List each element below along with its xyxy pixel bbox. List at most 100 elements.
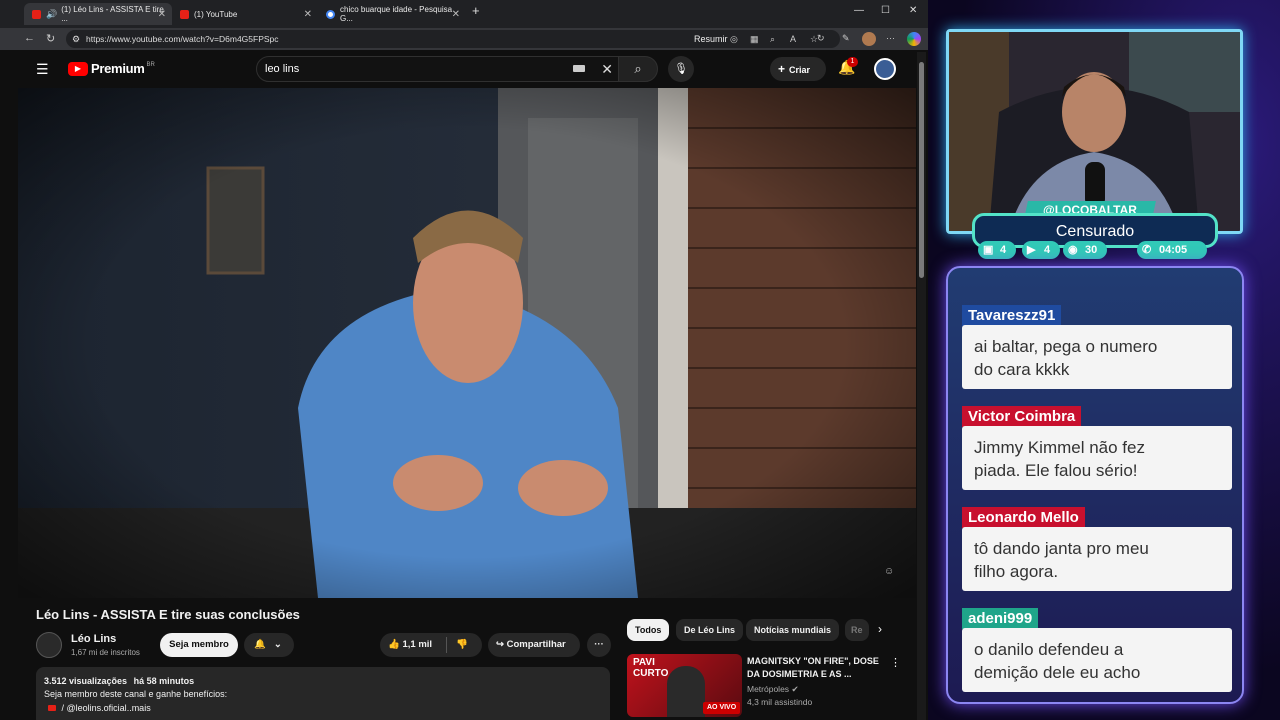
create-label: Criar xyxy=(789,65,811,75)
chat-message: ai baltar, pega o numero do cara kkkk xyxy=(962,325,1232,389)
verified-icon: ✔ xyxy=(791,684,799,694)
rec-title-line1[interactable]: MAGNITSKY "ON FIRE", DOSE xyxy=(747,656,879,666)
channel-watermark-icon: ☺ xyxy=(884,566,895,577)
youtube-mini-icon xyxy=(48,705,56,711)
plus-icon: + xyxy=(778,62,786,76)
minimize-icon[interactable]: — xyxy=(854,5,864,16)
profile-avatar[interactable] xyxy=(862,32,876,46)
more-actions-button[interactable]: ··· xyxy=(587,633,611,657)
close-tab-icon[interactable]: ✕ xyxy=(158,9,166,20)
hamburger-menu-icon[interactable]: ☰ xyxy=(36,61,49,78)
close-tab-icon[interactable]: ✕ xyxy=(452,9,460,20)
chat-line: piada. Ele falou sério! xyxy=(974,461,1138,480)
apps-icon[interactable]: ▦ xyxy=(750,30,759,48)
video-player[interactable]: ☺ xyxy=(18,88,916,598)
account-avatar[interactable] xyxy=(874,58,896,80)
chevron-right-icon[interactable]: › xyxy=(878,622,882,636)
thumbs-up-icon: 👍 xyxy=(388,639,400,650)
youtube-icon: ▶ xyxy=(1027,244,1036,256)
site-info-icon[interactable]: ⚙ xyxy=(72,30,80,48)
voice-search-button[interactable]: 🎙 xyxy=(668,56,694,82)
read-aloud-icon[interactable]: A xyxy=(790,30,796,48)
divider xyxy=(446,637,447,653)
channel-name[interactable]: Léo Lins xyxy=(71,633,116,645)
chat-username: Tavareszz91 xyxy=(962,305,1062,326)
chat-line: do cara kkkk xyxy=(974,360,1070,379)
tab-google-search[interactable]: chico buarque idade - Pesquisa G... ✕ xyxy=(318,3,466,25)
recommended-thumbnail[interactable]: PAVI CURTO AO VIVO xyxy=(627,654,742,717)
tab-youtube-home[interactable]: (1) YouTube ✕ xyxy=(172,3,318,25)
summarize-button[interactable]: Resumir xyxy=(694,30,728,48)
timer-stat: ✆ 04:05 xyxy=(1137,241,1207,259)
tab-label: (1) YouTube xyxy=(194,9,238,19)
chat-username: Leonardo Mello xyxy=(962,507,1085,528)
keyboard-icon[interactable] xyxy=(573,65,585,72)
tab-label: (1) Léo Lins - ASSISTA E tire ... xyxy=(61,5,164,23)
join-button[interactable]: Seja membro xyxy=(160,633,238,657)
rec-channel[interactable]: Metrópoles ✔ xyxy=(747,684,799,695)
chat-username: Victor Coimbra xyxy=(962,406,1082,427)
video-title: Léo Lins - ASSISTA E tire suas conclusõe… xyxy=(36,607,300,622)
browser-window: 🔊 (1) Léo Lins - ASSISTA E tire ... ✕ (1… xyxy=(0,0,928,720)
more-dots-icon: ··· xyxy=(594,639,604,650)
youtube-premium-logo[interactable]: ▶ Premium BR xyxy=(68,61,155,76)
dislike-button[interactable]: 👎 xyxy=(456,633,468,657)
chat-line: ai baltar, pega o numero xyxy=(974,337,1158,356)
rec-title-line2[interactable]: DA DOSIMETRIA E AS ... xyxy=(747,669,852,679)
speaker-icon: 🔊 xyxy=(46,8,58,19)
rec-menu-icon[interactable]: ⋮ xyxy=(890,656,901,669)
maximize-icon[interactable]: ☐ xyxy=(881,5,890,16)
chevron-down-icon: ⌄ xyxy=(273,639,282,650)
copilot-icon[interactable] xyxy=(907,32,921,46)
create-button[interactable]: + Criar xyxy=(770,57,826,81)
youtube-favicon-icon xyxy=(32,9,41,19)
chat-message: o danilo defendeu a demição dele eu acho xyxy=(962,628,1232,692)
clear-search-icon[interactable]: ✕ xyxy=(601,57,613,81)
search-input[interactable]: leo lins ✕ xyxy=(256,56,620,82)
chat-message: tô dando janta pro meu filho agora. xyxy=(962,527,1232,591)
microphone-icon: 🎙 xyxy=(674,63,688,75)
channel-link[interactable]: / @leolins.oficial xyxy=(62,703,127,713)
url-field[interactable]: ⚙ https://www.youtube.com/watch?v=D6m4G5… xyxy=(66,30,840,48)
page-scrollbar[interactable] xyxy=(917,52,926,720)
whatsapp-icon: ✆ xyxy=(1142,244,1152,256)
more-menu-icon[interactable]: ··· xyxy=(886,33,895,43)
refresh-icon[interactable]: ↻ xyxy=(817,33,825,44)
extension-icon[interactable]: ✎ xyxy=(842,33,850,44)
zoom-icon[interactable]: ⌕ xyxy=(770,30,775,48)
search-icon: ⌕ xyxy=(634,61,642,76)
thumb-text-bottom: CURTO xyxy=(633,668,669,679)
like-count: 1,1 mil xyxy=(402,639,433,650)
close-tab-icon[interactable]: ✕ xyxy=(304,9,312,20)
reload-icon[interactable]: ↻ xyxy=(46,32,55,45)
close-window-icon[interactable]: ✕ xyxy=(909,5,917,16)
new-tab-icon[interactable]: + xyxy=(472,3,480,18)
description-box[interactable]: 3.512 visualizações há 58 minutos Seja m… xyxy=(36,667,610,720)
share-button[interactable]: ↪ Compartilhar xyxy=(488,633,580,657)
chip-world-news[interactable]: Notícias mundiais xyxy=(746,619,840,641)
like-button[interactable]: 👍 1,1 mil xyxy=(388,633,432,657)
chip-all[interactable]: Todos xyxy=(627,619,670,641)
tab-label: chico buarque idade - Pesquisa G... xyxy=(340,5,453,23)
tab-youtube-video[interactable]: 🔊 (1) Léo Lins - ASSISTA E tire ... ✕ xyxy=(24,3,172,25)
subscriber-count: 1,67 mi de inscritos xyxy=(71,648,140,657)
address-bar-row: ← ↻ ⚙ https://www.youtube.com/watch?v=D6… xyxy=(0,28,928,50)
chip-from-channel[interactable]: De Léo Lins xyxy=(676,619,744,641)
thumb-text-top: PAVI xyxy=(633,657,655,668)
subscribe-bell-button[interactable]: 🔔 ⌄ xyxy=(244,633,294,657)
notifications-button[interactable]: 🔔 1 xyxy=(838,57,858,76)
upload-time: há 58 minutos xyxy=(133,676,195,686)
chat-message: Jimmy Kimmel não fez piada. Ele falou sér… xyxy=(962,426,1232,490)
search-button[interactable]: ⌕ xyxy=(618,56,658,82)
translate-icon[interactable]: ◎ xyxy=(730,30,738,48)
show-more-link[interactable]: ..mais xyxy=(127,703,151,713)
scrollbar-thumb[interactable] xyxy=(919,62,924,278)
tips-count: 30 xyxy=(1085,244,1098,256)
chat-line: demição dele eu acho xyxy=(974,663,1141,682)
rec-channel-name: Metrópoles xyxy=(747,684,790,694)
channel-avatar[interactable] xyxy=(36,632,62,658)
timer-value: 04:05 xyxy=(1159,244,1188,256)
chip-partial[interactable]: Re xyxy=(845,619,869,641)
back-icon[interactable]: ← xyxy=(24,32,35,44)
twitch-icon: ▣ xyxy=(983,244,994,256)
